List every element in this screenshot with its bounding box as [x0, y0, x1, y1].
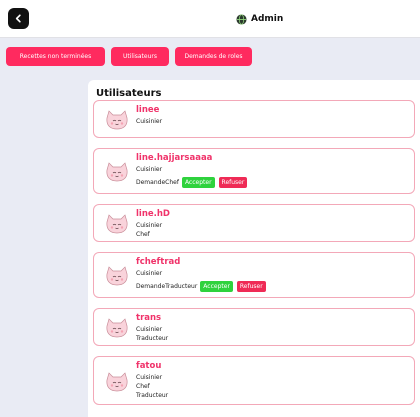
back-button[interactable]	[8, 8, 29, 29]
cat-avatar-icon	[106, 318, 128, 338]
username: trans	[136, 313, 162, 323]
username: line.hajjarsaaaa	[136, 153, 213, 163]
cat-avatar-icon	[106, 214, 128, 234]
accept-button[interactable]: Accepter	[181, 177, 215, 188]
avatar	[104, 265, 130, 287]
username: line.hD	[136, 209, 170, 219]
username: fatou	[136, 361, 162, 371]
user-card[interactable]: line.hD Cuisinier Chef	[93, 204, 415, 242]
user-role: Cuisinier	[136, 118, 163, 125]
username: linee	[136, 105, 160, 115]
role-request-label: DemandeTraducteur	[136, 283, 198, 290]
role-request-row: DemandeChef Accepter Refuser	[136, 177, 248, 188]
user-role: Traducteur	[136, 335, 169, 342]
user-card[interactable]: linee Cuisinier	[93, 100, 415, 138]
cat-avatar-icon	[106, 110, 128, 130]
top-bar: Admin	[0, 0, 420, 38]
page-title-text: Admin	[251, 14, 284, 24]
cat-avatar-icon	[106, 372, 128, 392]
user-role: Cuisinier	[136, 326, 163, 333]
user-role: Cuisinier	[136, 222, 163, 229]
avatar	[104, 317, 130, 339]
role-request-label: DemandeChef	[136, 179, 179, 186]
user-role: Chef	[136, 231, 150, 238]
users-panel: Utilisateurs linee Cuisinier line.hajjarsa…	[88, 80, 420, 417]
nav-button-utilisateurs[interactable]: Utilisateurs	[111, 47, 169, 66]
globe-icon	[236, 13, 247, 25]
nav-button-demandes[interactable]: Demandes de roles	[175, 47, 252, 66]
avatar	[104, 161, 130, 183]
avatar	[104, 213, 130, 235]
nav-button-recettes[interactable]: Recettes non terminées	[6, 47, 105, 66]
user-card[interactable]: line.hajjarsaaaa Cuisinier DemandeChef Acce…	[93, 148, 415, 194]
user-role: Cuisinier	[136, 270, 163, 277]
user-card[interactable]: fatou Cuisinier Chef Traducteur	[93, 356, 415, 405]
avatar	[104, 109, 130, 131]
username: fcheftrad	[136, 257, 181, 267]
user-card[interactable]: trans Cuisinier Traducteur	[93, 308, 415, 346]
accept-button[interactable]: Accepter	[200, 281, 233, 292]
users-panel-title: Utilisateurs	[96, 88, 162, 99]
user-role: Chef	[136, 383, 150, 390]
nav-buttons: Recettes non terminées Utilisateurs Dema…	[6, 47, 252, 66]
refuse-button[interactable]: Refuser	[218, 177, 248, 188]
role-request-row: DemandeTraducteur Accepter Refuser	[136, 281, 266, 292]
chevron-left-icon	[15, 14, 21, 23]
user-role: Cuisinier	[136, 374, 163, 381]
user-card[interactable]: fcheftrad Cuisinier DemandeTraducteur Accep…	[93, 252, 415, 298]
user-role: Cuisinier	[136, 166, 163, 173]
user-role: Traducteur	[136, 392, 169, 399]
avatar	[104, 371, 130, 393]
page-title: Admin	[236, 12, 283, 26]
cat-avatar-icon	[106, 266, 128, 286]
refuse-button[interactable]: Refuser	[236, 281, 266, 292]
cat-avatar-icon	[106, 162, 128, 182]
